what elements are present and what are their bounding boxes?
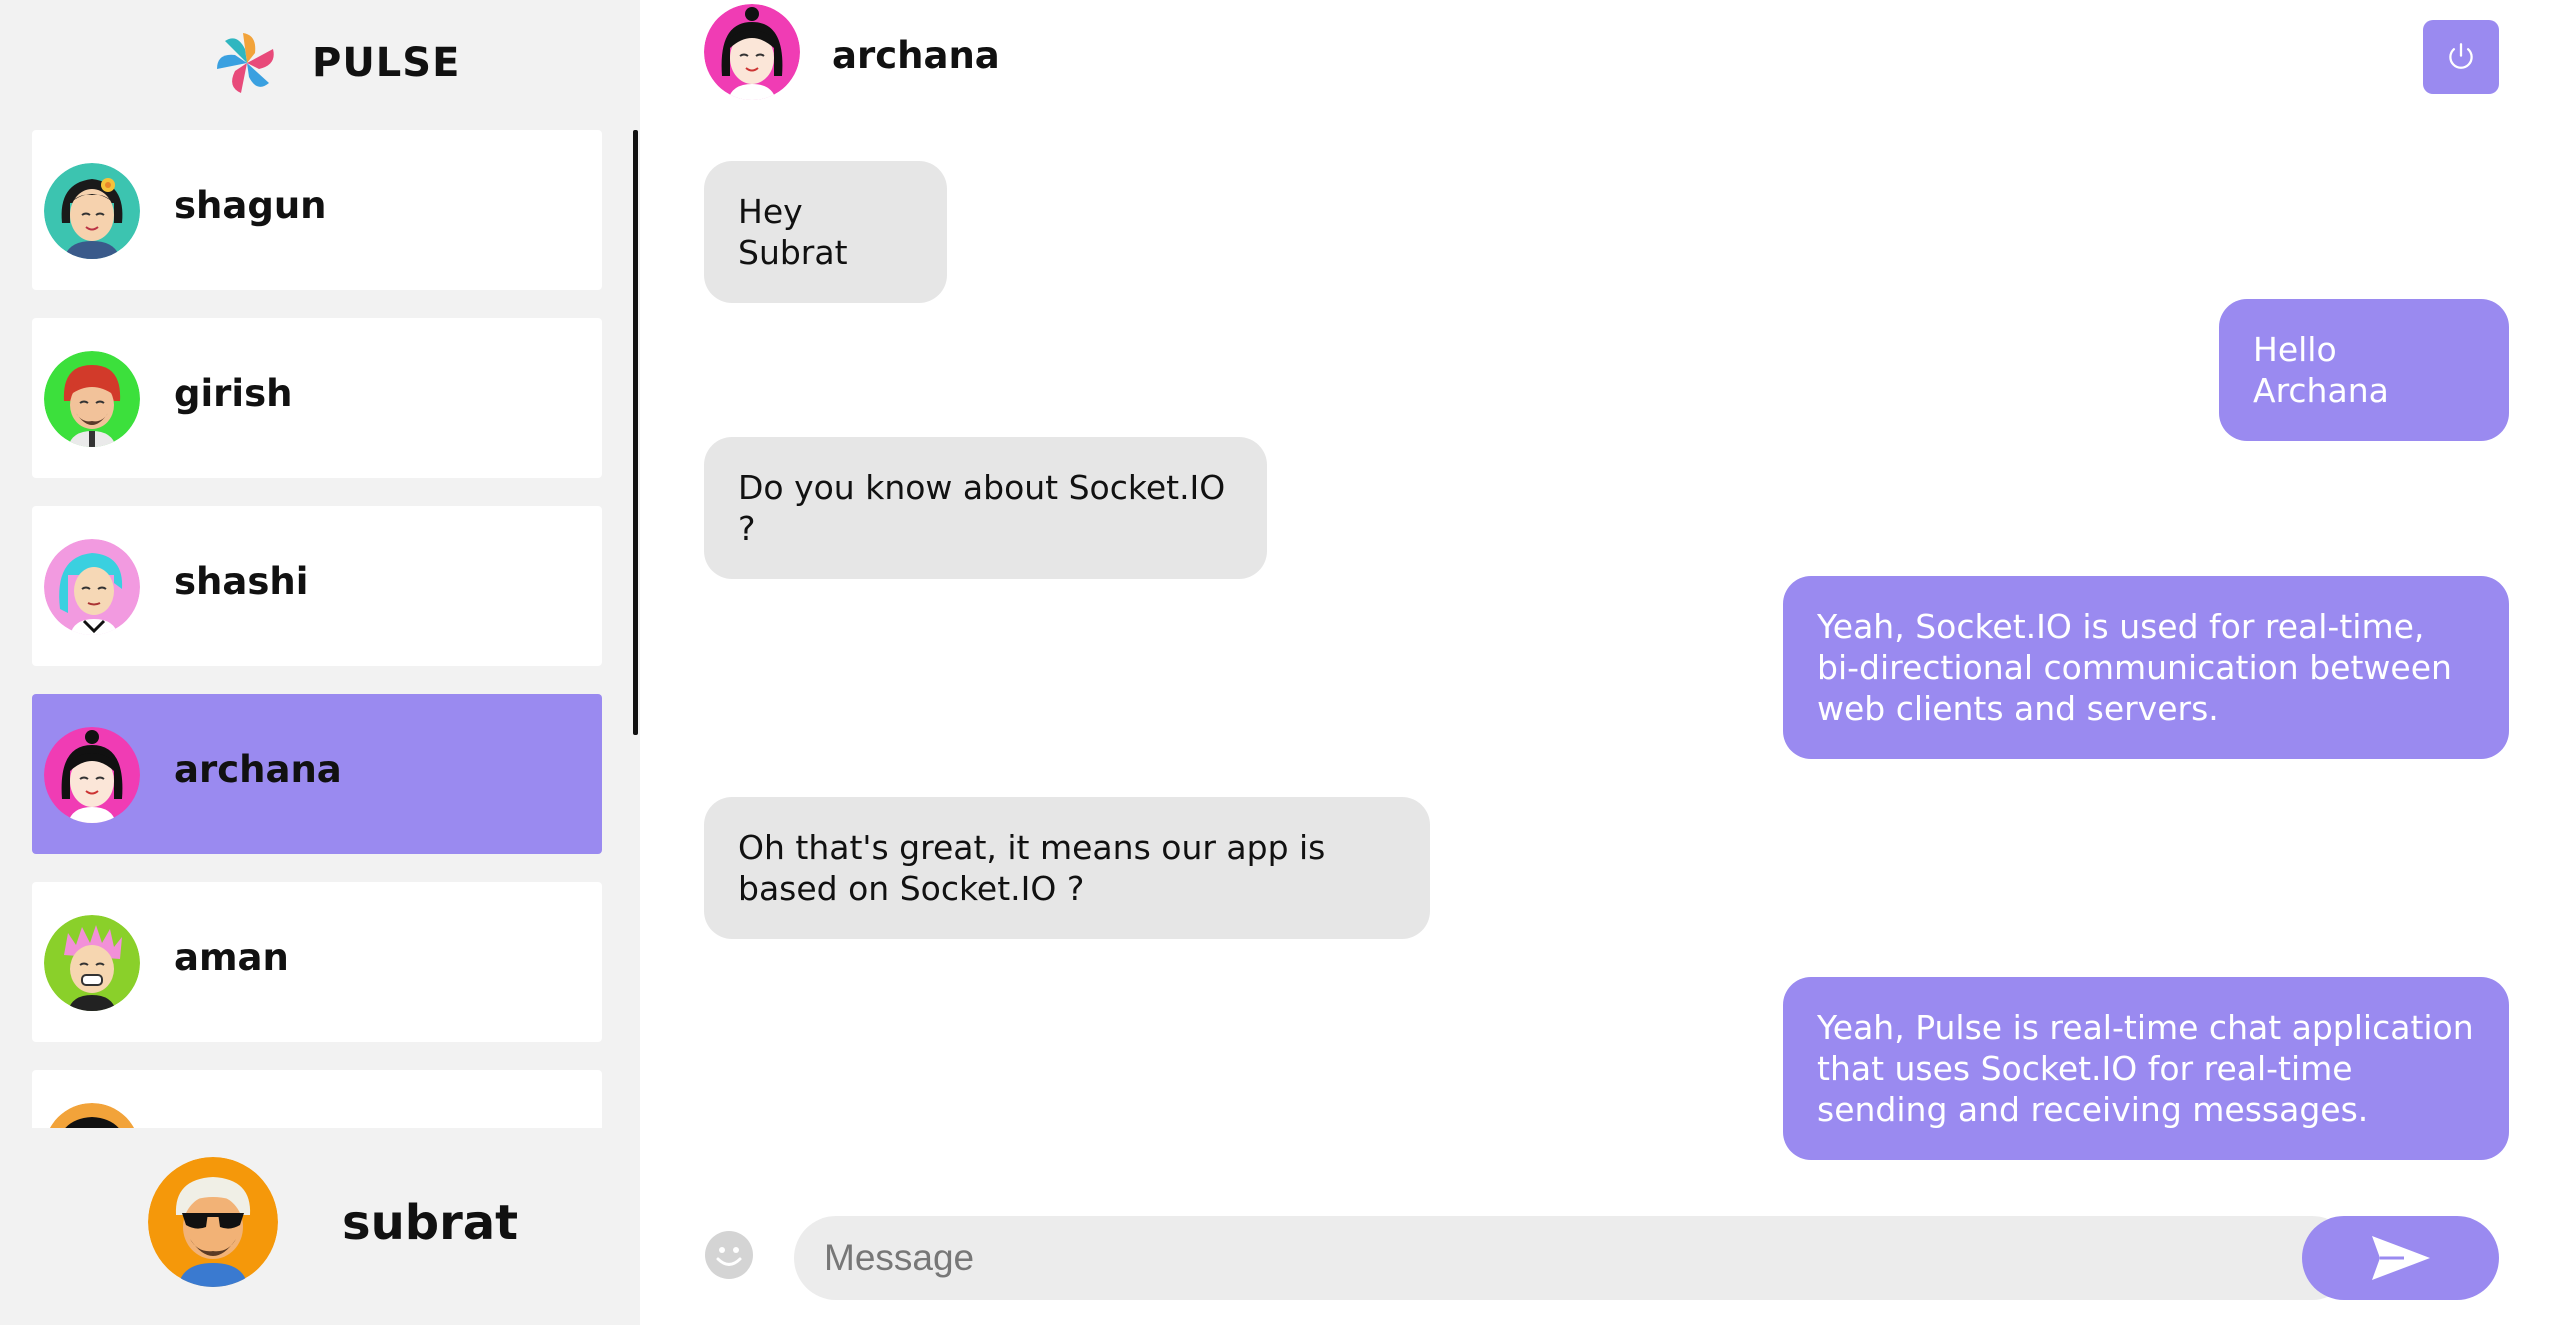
contact-list-scrollbar[interactable] — [633, 130, 638, 735]
emoji-button[interactable] — [704, 1230, 754, 1280]
contact-name: shashi — [174, 560, 309, 603]
pinwheel-logo-icon — [217, 33, 274, 93]
message-outgoing: Yeah, Socket.IO is used for real-time, b… — [1783, 576, 2509, 759]
contact-item-aman[interactable]: aman — [32, 882, 602, 1042]
message-input[interactable] — [824, 1216, 2304, 1300]
contact-item-shagun[interactable]: shagun — [32, 130, 602, 290]
contact-item-archana[interactable]: archana — [32, 694, 602, 854]
brand: PULSE — [210, 28, 460, 98]
avatar — [44, 351, 140, 447]
message-outgoing: Hello Archana — [2219, 299, 2509, 441]
avatar — [44, 1103, 140, 1128]
contact-name: girish — [174, 372, 293, 415]
avatar — [148, 1157, 278, 1287]
current-user: subrat — [148, 1157, 588, 1287]
contact-item-girish[interactable]: girish — [32, 318, 602, 478]
avatar — [44, 727, 140, 823]
message-incoming: Oh that's great, it means our app is bas… — [704, 797, 1430, 939]
chat-panel: archana Hey Subrat Hello Archana Do you … — [640, 0, 2560, 1325]
contact-name: shagun — [174, 184, 327, 227]
message-outgoing: Yeah, Pulse is real-time chat applicatio… — [1783, 977, 2509, 1160]
message-input-wrapper — [794, 1216, 2354, 1300]
message-incoming: Do you know about Socket.IO ? — [704, 437, 1267, 579]
message-incoming: Hey Subrat — [704, 161, 947, 303]
avatar — [44, 539, 140, 635]
contact-name: aman — [174, 936, 289, 979]
recipient-avatar — [704, 4, 800, 100]
contact-list[interactable]: shagun girish shashi archana aman — [32, 130, 602, 1128]
brand-name: PULSE — [312, 40, 461, 86]
sidebar: PULSE shagun girish shashi archana aman … — [0, 0, 640, 1325]
logout-button[interactable] — [2423, 20, 2499, 94]
contact-item-partial[interactable] — [32, 1070, 602, 1128]
send-icon — [2371, 1236, 2430, 1280]
current-user-name: subrat — [342, 1195, 519, 1251]
send-button[interactable] — [2302, 1216, 2499, 1300]
avatar — [44, 163, 140, 259]
smiley-icon — [705, 1231, 753, 1279]
contact-item-shashi[interactable]: shashi — [32, 506, 602, 666]
avatar — [44, 915, 140, 1011]
power-icon — [2449, 43, 2473, 69]
contact-name: archana — [174, 748, 342, 791]
recipient-name: archana — [832, 34, 1000, 77]
